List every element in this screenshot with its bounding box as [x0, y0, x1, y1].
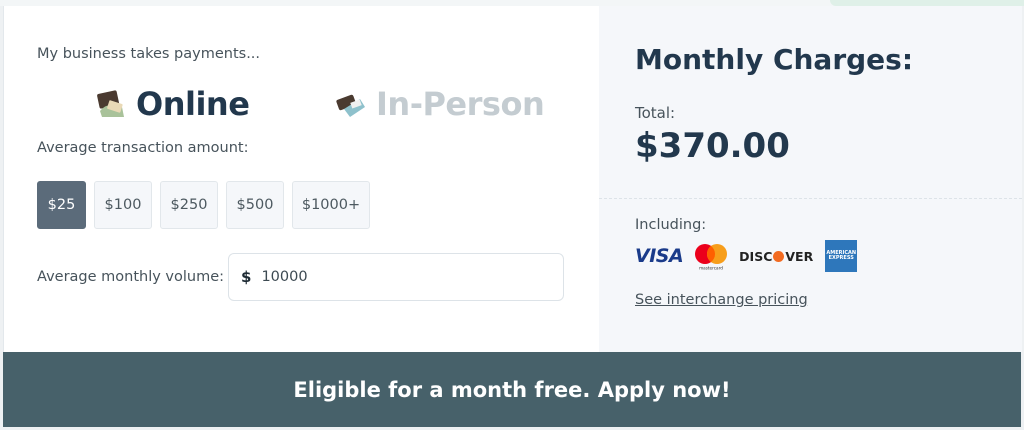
amex-logo-icon: AMERICAN EXPRESS: [825, 240, 858, 272]
monthly-charges-title: Monthly Charges:: [635, 43, 914, 76]
calculator-panel: My business takes payments... Online In-…: [4, 6, 599, 352]
pricing-card: My business takes payments... Online In-…: [3, 6, 1022, 352]
dashed-divider: [599, 198, 1022, 199]
monthly-volume-label: Average monthly volume:: [37, 269, 225, 285]
monthly-volume-field: $: [228, 253, 564, 301]
amount-25-button[interactable]: $25: [37, 181, 86, 229]
mode-online-toggle[interactable]: Online: [94, 82, 250, 126]
amount-500-button[interactable]: $500: [226, 181, 284, 229]
avg-transaction-label: Average transaction amount:: [37, 140, 249, 156]
mastercard-logo-icon: mastercard: [693, 241, 729, 271]
online-payment-icon: [94, 87, 128, 121]
card-brand-logos: VISA mastercard DISC VER AMERICAN EXPRES…: [635, 240, 858, 272]
total-value: $370.00: [635, 126, 790, 166]
amount-100-button[interactable]: $100: [94, 181, 152, 229]
discover-dot: [773, 250, 785, 262]
mode-in-person-toggle[interactable]: In-Person: [334, 82, 545, 126]
amount-1000-button[interactable]: $1000+: [292, 181, 370, 229]
including-label: Including:: [635, 217, 707, 233]
apply-now-banner[interactable]: Eligible for a month free. Apply now!: [3, 352, 1021, 427]
currency-symbol: $: [241, 268, 252, 286]
card-swipe-icon: [334, 87, 368, 121]
discover-logo-icon: DISC VER: [739, 249, 813, 264]
visa-logo-icon: VISA: [635, 245, 684, 267]
discover-text-start: DISC: [739, 248, 773, 264]
interchange-pricing-link[interactable]: See interchange pricing: [635, 292, 808, 308]
amount-250-button[interactable]: $250: [160, 181, 218, 229]
mode-in-person-label: In-Person: [376, 85, 545, 123]
monthly-charges-panel: Monthly Charges: Total: $370.00 Includin…: [599, 6, 1022, 352]
mode-online-label: Online: [136, 85, 250, 123]
monthly-volume-input[interactable]: [261, 269, 522, 285]
total-label: Total:: [635, 104, 676, 122]
intro-text: My business takes payments...: [37, 46, 261, 62]
discover-text-end: VER: [785, 248, 814, 264]
mastercard-wordmark: mastercard: [699, 266, 723, 271]
amount-options: $25 $100 $250 $500 $1000+: [37, 181, 370, 229]
